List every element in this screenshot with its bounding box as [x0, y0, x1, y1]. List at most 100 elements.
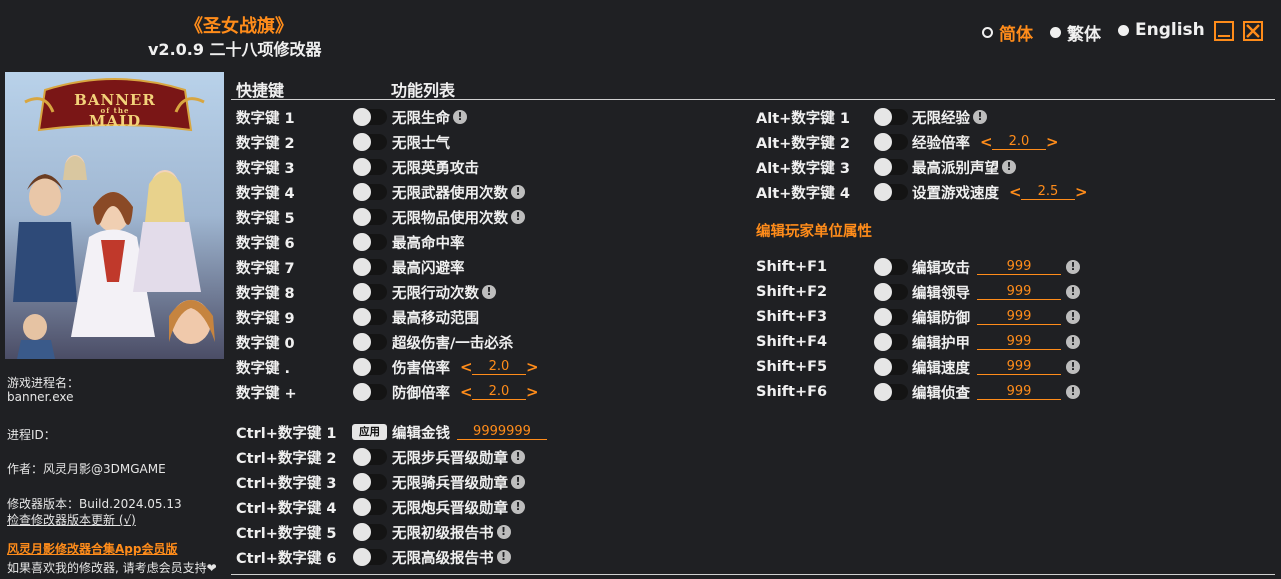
value-input[interactable]: 999 — [977, 309, 1061, 325]
toggle-switch[interactable] — [874, 158, 908, 176]
info-icon[interactable]: ! — [1066, 285, 1080, 299]
toggle-switch[interactable] — [874, 183, 908, 201]
toggle-switch[interactable] — [353, 208, 387, 226]
toggle-switch[interactable] — [353, 548, 387, 566]
toggle-switch[interactable] — [353, 333, 387, 351]
stepper-value[interactable]: 2.5 — [1021, 184, 1075, 200]
increase-arrow-icon[interactable]: > — [1046, 133, 1059, 151]
feature-row: Shift+F2 编辑领导 999! — [756, 281, 1256, 303]
toggle-switch[interactable] — [353, 448, 387, 466]
toggle-switch[interactable] — [353, 308, 387, 326]
feature-label-text: 最高命中率 — [392, 235, 465, 252]
radio-icon — [1050, 27, 1061, 38]
info-icon[interactable]: ! — [1066, 335, 1080, 349]
info-icon[interactable]: ! — [511, 475, 525, 489]
app-member-link[interactable]: 风灵月影修改器合集App会员版 — [7, 540, 177, 557]
lang-option-traditional[interactable]: 繁体 — [1050, 20, 1101, 45]
feature-label: 无限英勇攻击 — [392, 157, 479, 178]
toggle-switch[interactable] — [874, 308, 908, 326]
toggle-switch[interactable] — [353, 233, 387, 251]
increase-arrow-icon[interactable]: > — [526, 383, 539, 401]
value-input[interactable]: 999 — [977, 284, 1061, 300]
value-input[interactable]: 999 — [977, 259, 1061, 275]
toggle-switch[interactable] — [874, 258, 908, 276]
hotkey-label: Alt+数字键 3 — [756, 160, 850, 177]
close-button[interactable] — [1243, 21, 1263, 41]
info-icon[interactable]: ! — [511, 210, 525, 224]
increase-arrow-icon[interactable]: > — [1075, 183, 1088, 201]
toggle-switch[interactable] — [353, 158, 387, 176]
feature-label-text: 编辑侦查 — [912, 385, 970, 402]
apply-button[interactable]: 应用 — [352, 424, 387, 440]
toggle-switch[interactable] — [353, 183, 387, 201]
toggle-switch[interactable] — [353, 523, 387, 541]
decrease-arrow-icon[interactable]: < — [460, 383, 473, 401]
toggle-switch[interactable] — [353, 133, 387, 151]
toggle-switch[interactable] — [874, 283, 908, 301]
decrease-arrow-icon[interactable]: < — [1009, 183, 1022, 201]
lang-option-simplified[interactable]: 简体 — [982, 20, 1033, 45]
hotkey-label: 数字键 7 — [236, 260, 295, 277]
toggle-switch[interactable] — [353, 283, 387, 301]
feature-label-text: 经验倍率 — [912, 135, 970, 152]
info-icon[interactable]: ! — [1066, 385, 1080, 399]
stepper-value[interactable]: 2.0 — [992, 134, 1046, 150]
feature-label: 防御倍率 — [392, 382, 450, 403]
toggle-switch[interactable] — [874, 333, 908, 351]
feature-label: 经验倍率 — [912, 132, 970, 153]
trainer-title: v2.0.9 二十八项修改器 — [148, 40, 322, 59]
info-icon[interactable]: ! — [1002, 160, 1016, 174]
minimize-button[interactable] — [1214, 21, 1234, 41]
toggle-switch[interactable] — [874, 133, 908, 151]
info-icon[interactable]: ! — [1066, 260, 1080, 274]
check-update-link[interactable]: 检查修改器版本更新 (√) — [7, 511, 136, 528]
feature-label-text: 编辑金钱 — [392, 425, 450, 442]
feature-row: Shift+F4 编辑护甲 999! — [756, 331, 1256, 353]
value-input[interactable]: 999 — [977, 334, 1061, 350]
feature-label-text: 编辑护甲 — [912, 335, 970, 352]
toggle-switch[interactable] — [874, 358, 908, 376]
info-icon[interactable]: ! — [496, 550, 511, 564]
info-icon[interactable]: ! — [511, 500, 525, 514]
feature-row: Shift+F5 编辑速度 999! — [756, 356, 1256, 378]
decrease-arrow-icon[interactable]: < — [980, 133, 993, 151]
stepper-value[interactable]: 2.0 — [472, 384, 526, 400]
info-icon[interactable]: ! — [511, 450, 525, 464]
toggle-switch[interactable] — [353, 498, 387, 516]
info-icon[interactable]: ! — [1066, 360, 1080, 374]
toggle-switch[interactable] — [353, 383, 387, 401]
toggle-switch[interactable] — [874, 108, 908, 126]
feature-label: 超级伤害/一击必杀 — [392, 332, 513, 353]
toggle-switch[interactable] — [353, 358, 387, 376]
info-icon[interactable]: ! — [453, 110, 467, 124]
value-input[interactable]: 999 — [977, 359, 1061, 375]
toggle-switch[interactable] — [353, 258, 387, 276]
feature-label-text: 编辑速度 — [912, 360, 970, 377]
radio-selected-icon — [982, 27, 993, 38]
feature-row: Ctrl+数字键 2 无限步兵晋级勋章! — [236, 446, 736, 468]
info-icon[interactable]: ! — [1066, 310, 1080, 324]
toggle-switch[interactable] — [353, 473, 387, 491]
info-icon[interactable]: ! — [973, 110, 987, 124]
hotkey-label: Shift+F5 — [756, 359, 828, 375]
increase-arrow-icon[interactable]: > — [526, 358, 539, 376]
feature-row: Shift+F6 编辑侦查 999! — [756, 381, 1256, 403]
stepper-value[interactable]: 2.0 — [472, 359, 526, 375]
info-icon[interactable]: ! — [482, 285, 496, 299]
hotkey-label: Alt+数字键 1 — [756, 110, 850, 127]
feature-label-text: 无限初级报告书 — [392, 525, 494, 542]
feature-label-text: 最高派别声望 — [912, 160, 999, 177]
value-input[interactable]: 9999999 — [457, 424, 547, 440]
feature-label: 无限经验! — [912, 107, 987, 128]
toggle-switch[interactable] — [874, 383, 908, 401]
decrease-arrow-icon[interactable]: < — [460, 358, 473, 376]
lang-option-english[interactable]: English — [1118, 20, 1205, 40]
toggle-switch[interactable] — [353, 108, 387, 126]
info-icon[interactable]: ! — [496, 525, 511, 539]
info-icon[interactable]: ! — [511, 185, 525, 199]
feature-label-text: 无限物品使用次数 — [392, 210, 508, 227]
hotkey-label: 数字键 + — [236, 385, 297, 402]
hotkey-label: Shift+F1 — [756, 259, 828, 275]
hotkey-label: 数字键 1 — [236, 110, 295, 127]
value-input[interactable]: 999 — [977, 384, 1061, 400]
